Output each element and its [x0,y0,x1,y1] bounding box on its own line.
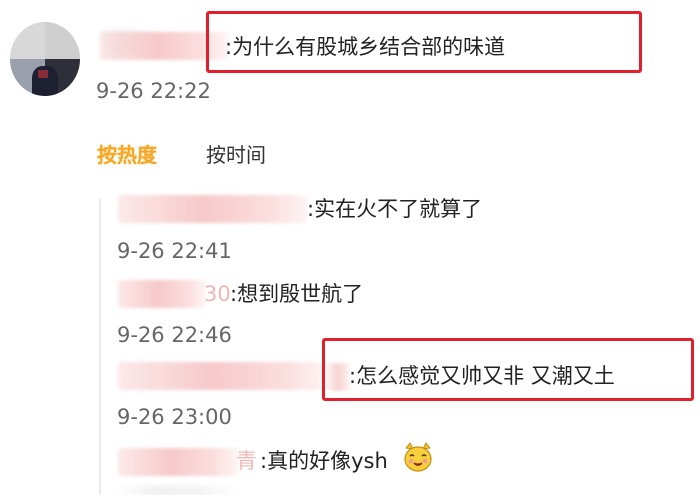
reply-text: :实在火不了就算了 [307,197,483,221]
blurred-username[interactable] [118,195,308,223]
reply-timestamp: 9-26 22:46 [117,323,232,347]
tab-sort-by-time[interactable]: 按时间 [206,141,266,169]
reply-text: :真的好像ysh [260,449,388,473]
username-fragment: 30 [204,282,231,306]
reply-thread-line [99,198,101,495]
highlight-box-reply [322,338,694,401]
tab-sort-by-hot[interactable]: 按热度 [97,141,157,169]
blurred-username[interactable] [118,280,206,308]
username-fragment: 青 [236,449,257,473]
reply-text: :想到殷世航了 [230,282,364,306]
highlight-box-top [206,11,642,73]
smirk-emoji-icon [404,442,432,472]
cut-off-timestamp [117,486,237,495]
reply-timestamp: 9-26 22:41 [117,239,232,263]
blurred-username[interactable] [118,362,328,390]
comment-timestamp: 9-26 22:22 [96,79,211,103]
avatar[interactable] [10,22,80,96]
blurred-username[interactable] [118,448,238,476]
reply-timestamp: 9-26 23:00 [117,405,232,429]
